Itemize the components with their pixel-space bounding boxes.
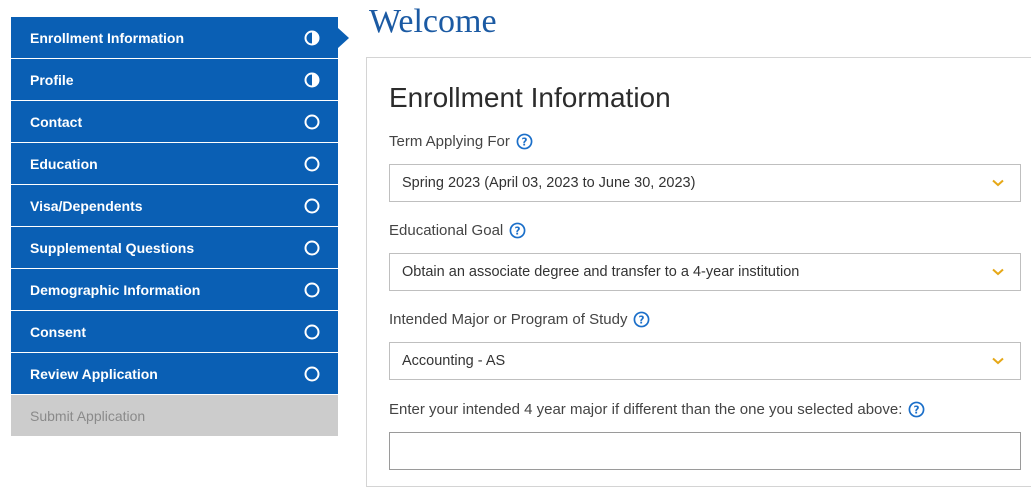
term-select-value: Spring 2023 (April 03, 2023 to June 30, … <box>402 175 696 191</box>
nav-item-supplemental-questions[interactable]: Supplemental Questions <box>11 227 338 268</box>
nav-item-visa-dependents[interactable]: Visa/Dependents <box>11 185 338 226</box>
nav-item-label: Submit Application <box>30 407 146 424</box>
major-label-text: Intended Major or Program of Study <box>389 311 628 328</box>
active-step-arrow-icon <box>338 28 349 48</box>
empty-circle-icon <box>304 366 320 381</box>
goal-select-value: Obtain an associate degree and transfer … <box>402 264 800 280</box>
chevron-down-icon <box>992 357 1004 365</box>
svg-text:?: ? <box>515 225 521 237</box>
help-icon[interactable]: ? <box>509 222 526 239</box>
nav-item-review-application[interactable]: Review Application <box>11 353 338 394</box>
empty-circle-icon <box>304 156 320 171</box>
help-icon[interactable]: ? <box>516 133 533 150</box>
nav-item-enrollment-information[interactable]: Enrollment Information <box>11 17 338 58</box>
application-steps-nav: Enrollment Information Profile Contact E… <box>11 17 338 437</box>
nav-item-demographic-information[interactable]: Demographic Information <box>11 269 338 310</box>
nav-item-consent[interactable]: Consent <box>11 311 338 352</box>
empty-circle-icon <box>304 240 320 255</box>
nav-item-profile[interactable]: Profile <box>11 59 338 100</box>
intended-major-label: Enter your intended 4 year major if diff… <box>389 401 925 418</box>
svg-text:?: ? <box>521 136 527 148</box>
intended-major-label-text: Enter your intended 4 year major if diff… <box>389 401 903 418</box>
nav-item-label: Visa/Dependents <box>30 197 143 214</box>
chevron-down-icon <box>992 268 1004 276</box>
half-filled-circle-icon <box>304 72 320 87</box>
goal-label: Educational Goal ? <box>389 222 526 239</box>
section-title: Enrollment Information <box>389 82 671 113</box>
empty-circle-icon <box>304 198 320 213</box>
term-select[interactable]: Spring 2023 (April 03, 2023 to June 30, … <box>389 164 1021 202</box>
half-filled-circle-icon <box>304 30 320 45</box>
intended-major-input[interactable] <box>389 432 1021 470</box>
nav-item-label: Review Application <box>30 365 158 382</box>
goal-label-text: Educational Goal <box>389 222 504 239</box>
major-select-value: Accounting - AS <box>402 353 506 369</box>
nav-item-label: Supplemental Questions <box>30 239 195 256</box>
nav-item-label: Enrollment Information <box>30 29 184 46</box>
goal-select[interactable]: Obtain an associate degree and transfer … <box>389 253 1021 291</box>
chevron-down-icon <box>992 179 1004 187</box>
nav-item-label: Education <box>30 155 98 172</box>
svg-text:?: ? <box>639 314 645 326</box>
empty-circle-icon <box>304 324 320 339</box>
nav-item-label: Profile <box>30 71 74 88</box>
svg-text:?: ? <box>914 404 920 416</box>
nav-item-education[interactable]: Education <box>11 143 338 184</box>
nav-item-submit-application: Submit Application <box>11 395 338 436</box>
nav-item-label: Consent <box>30 323 86 340</box>
nav-item-contact[interactable]: Contact <box>11 101 338 142</box>
major-label: Intended Major or Program of Study ? <box>389 311 650 328</box>
major-select[interactable]: Accounting - AS <box>389 342 1021 380</box>
term-label-text: Term Applying For <box>389 133 510 150</box>
nav-item-label: Contact <box>30 113 83 130</box>
term-label: Term Applying For ? <box>389 133 533 150</box>
empty-circle-icon <box>304 114 320 129</box>
help-icon[interactable]: ? <box>908 401 925 418</box>
page-title: Welcome <box>369 3 497 40</box>
help-icon[interactable]: ? <box>633 311 650 328</box>
nav-item-label: Demographic Information <box>30 281 201 298</box>
empty-circle-icon <box>304 282 320 297</box>
